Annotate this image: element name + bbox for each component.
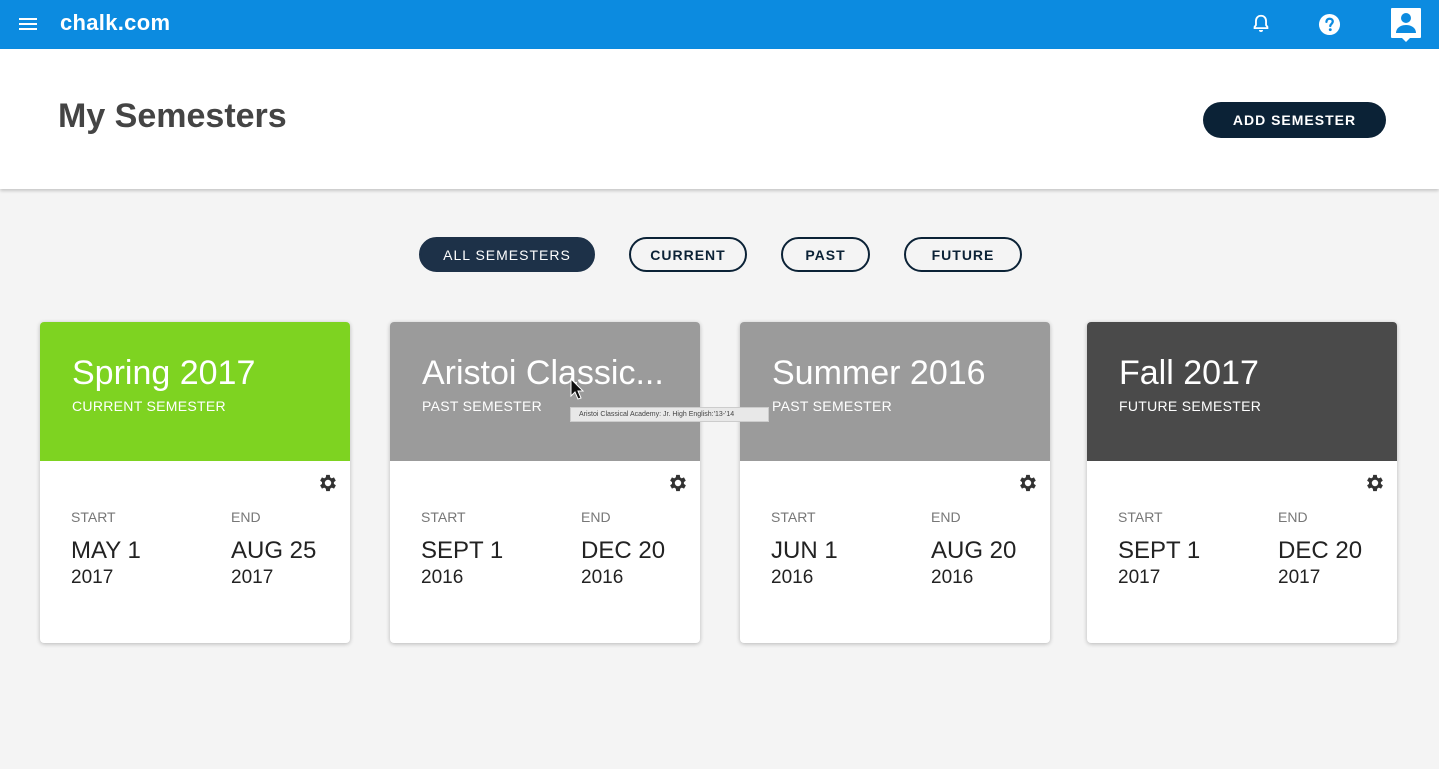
- gear-icon[interactable]: [1364, 472, 1386, 494]
- semester-card[interactable]: Spring 2017 CURRENT SEMESTER START END M…: [40, 322, 350, 643]
- start-date: SEPT 1: [1118, 537, 1201, 564]
- card-header: Fall 2017 FUTURE SEMESTER: [1087, 322, 1397, 461]
- end-date: DEC 20: [1278, 537, 1363, 564]
- end-year: 2017: [1278, 567, 1321, 588]
- end-label: END: [231, 509, 261, 525]
- semester-card[interactable]: Aristoi Classic... PAST SEMESTER START E…: [390, 322, 700, 643]
- card-header: Aristoi Classic... PAST SEMESTER: [390, 322, 700, 461]
- card-title: Fall 2017: [1119, 354, 1259, 392]
- start-date: SEPT 1: [421, 537, 504, 564]
- help-icon[interactable]: [1318, 13, 1341, 36]
- title-tooltip: Aristoi Classical Academy: Jr. High Engl…: [570, 407, 769, 422]
- card-title: Summer 2016: [772, 354, 986, 392]
- brand-logo[interactable]: chalk.com: [60, 10, 170, 36]
- card-subtitle: CURRENT SEMESTER: [72, 398, 226, 414]
- end-year: 2017: [231, 567, 274, 588]
- top-bar: chalk.com: [0, 0, 1439, 49]
- profile-icon[interactable]: [1390, 7, 1422, 43]
- mouse-cursor-icon: [570, 378, 585, 400]
- semester-card[interactable]: Fall 2017 FUTURE SEMESTER START END SEPT…: [1087, 322, 1397, 643]
- card-header: Summer 2016 PAST SEMESTER: [740, 322, 1050, 461]
- start-year: 2017: [71, 567, 114, 588]
- start-date: MAY 1: [71, 537, 141, 564]
- card-header: Spring 2017 CURRENT SEMESTER: [40, 322, 350, 461]
- gear-icon[interactable]: [317, 472, 339, 494]
- end-date: AUG 25: [231, 537, 317, 564]
- gear-icon[interactable]: [1017, 472, 1039, 494]
- card-subtitle: FUTURE SEMESTER: [1119, 398, 1262, 414]
- card-title: Spring 2017: [72, 354, 256, 392]
- start-label: START: [421, 509, 466, 525]
- semester-card[interactable]: Summer 2016 PAST SEMESTER START END JUN …: [740, 322, 1050, 643]
- card-subtitle: PAST SEMESTER: [772, 398, 893, 414]
- filter-all-semesters[interactable]: ALL SEMESTERS: [419, 237, 595, 272]
- filter-future[interactable]: FUTURE: [904, 237, 1022, 272]
- end-date: DEC 20: [581, 537, 666, 564]
- start-year: 2016: [771, 567, 814, 588]
- filter-current[interactable]: CURRENT: [629, 237, 747, 272]
- start-label: START: [771, 509, 816, 525]
- end-date: AUG 20: [931, 537, 1017, 564]
- add-semester-button[interactable]: ADD SEMESTER: [1203, 102, 1386, 138]
- start-year: 2017: [1118, 567, 1161, 588]
- end-label: END: [581, 509, 611, 525]
- menu-icon[interactable]: [18, 14, 38, 34]
- end-label: END: [1278, 509, 1308, 525]
- page-header: My Semesters ADD SEMESTER: [0, 49, 1439, 189]
- card-subtitle: PAST SEMESTER: [422, 398, 543, 414]
- end-year: 2016: [581, 567, 624, 588]
- card-title: Aristoi Classic...: [422, 354, 664, 392]
- end-label: END: [931, 509, 961, 525]
- bell-icon[interactable]: [1250, 13, 1272, 35]
- filter-past[interactable]: PAST: [781, 237, 870, 272]
- page-title: My Semesters: [58, 97, 287, 135]
- start-label: START: [1118, 509, 1163, 525]
- gear-icon[interactable]: [667, 472, 689, 494]
- start-label: START: [71, 509, 116, 525]
- start-date: JUN 1: [771, 537, 838, 564]
- start-year: 2016: [421, 567, 464, 588]
- end-year: 2016: [931, 567, 974, 588]
